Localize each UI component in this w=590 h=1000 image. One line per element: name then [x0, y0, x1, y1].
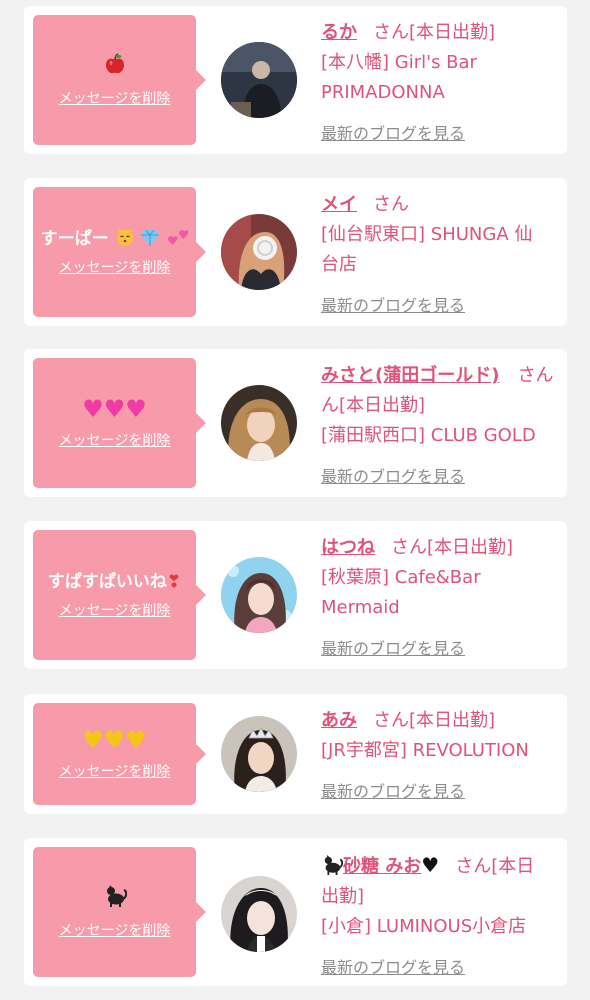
attendance-label: [本日出勤]: [409, 22, 496, 43]
message-bubble: すーぱー メッセージを削除: [33, 187, 206, 317]
pink-heart-icon: ♥: [125, 394, 147, 423]
avatar[interactable]: [221, 876, 297, 952]
cast-name-line: るか さん[本日出勤]: [321, 18, 555, 48]
latest-blog-link[interactable]: 最新のブログを見る: [321, 292, 465, 316]
latest-blog-link[interactable]: 最新のブログを見る: [321, 120, 465, 144]
message-text: すぱすぱいいね: [47, 572, 167, 592]
cast-name-line: あみ さん[本日出勤]: [321, 706, 555, 736]
black-heart-icon: ♥: [421, 853, 440, 877]
cast-name-line: メイ さん: [321, 190, 555, 220]
san-label: さん: [373, 22, 409, 43]
san-label: さん: [517, 365, 554, 386]
yellow-heart-icon: ♥: [82, 725, 104, 754]
shop-name: [小倉] LUMINOUS小倉店: [321, 916, 527, 937]
cast-name-line: みさと(蒲田ゴールド) さん: [321, 361, 555, 391]
two-hearts-icon: [168, 230, 189, 245]
black-cat-icon: [324, 855, 344, 875]
attendance-label-cont: 出勤]: [321, 886, 365, 907]
delete-message-link[interactable]: メッセージを削除: [59, 88, 171, 108]
message-list: メッセージを削除 るか さん[本日出勤] [本八幡] Girl's Bar PRI…: [0, 0, 590, 1000]
latest-blog-link[interactable]: 最新のブログを見る: [321, 463, 465, 487]
attendance-label: [本日出勤]: [427, 537, 514, 558]
cast-name-link[interactable]: あみ: [321, 710, 357, 731]
cast-info: 砂糖 みお♥ さん[本日 出勤] [小倉] LUMINOUS小倉店 最新のブログを…: [321, 850, 555, 978]
avatar[interactable]: [221, 42, 297, 118]
latest-blog-link[interactable]: 最新のブログを見る: [321, 635, 465, 659]
pink-heart-icon: ♥: [103, 394, 126, 423]
shop-name-cont: PRIMADONNA: [321, 82, 445, 103]
message-card: ♥♥♥ メッセージを削除 あみ さん[本日出勤] [JR宇都宮] REVOLUTI…: [24, 694, 567, 814]
message-text: すーぱー: [40, 229, 109, 249]
pink-heart-icon: ♥: [82, 394, 104, 423]
message-content: [104, 52, 126, 82]
message-content: すぱすぱいいね❣: [48, 570, 181, 594]
avatar[interactable]: [221, 385, 297, 461]
message-card: すーぱー メッセージを削除 メイ さん [仙台駅東口] SHUNGA 仙 台店 …: [24, 178, 567, 326]
cast-info: メイ さん [仙台駅東口] SHUNGA 仙 台店 最新のブログを見る: [321, 190, 555, 316]
cast-name-link[interactable]: はつね: [321, 537, 375, 558]
latest-blog-link[interactable]: 最新のブログを見る: [321, 954, 465, 978]
avatar[interactable]: [221, 557, 297, 633]
shop-name: [秋葉原] Cafe&Bar: [321, 567, 481, 588]
message-card: メッセージを削除 砂糖 みお♥ さん[本日 出勤] [小倉] LUMINOUS小…: [24, 838, 567, 986]
kissing-cat-icon: [116, 228, 133, 246]
message-content: [103, 884, 127, 914]
message-bubble: すぱすぱいいね❣ メッセージを削除: [33, 530, 206, 660]
san-label: さん: [455, 856, 492, 877]
yellow-heart-icon: ♥: [103, 725, 126, 754]
cast-name-link[interactable]: るか: [321, 22, 357, 43]
message-content: ♥♥♥: [82, 397, 147, 424]
san-label: さん: [373, 710, 409, 731]
san-label: さん: [373, 194, 409, 215]
san-label: さん: [391, 537, 427, 558]
message-content: ♥♥♥: [82, 728, 147, 755]
avatar[interactable]: [221, 214, 297, 290]
shop-name: [蒲田駅西口] CLUB GOLD: [321, 425, 536, 446]
shop-name: [JR宇都宮] REVOLUTION: [321, 740, 529, 761]
shop-name: [本八幡] Girl's Bar: [321, 52, 477, 73]
avatar[interactable]: [221, 716, 297, 792]
cast-name-line: 砂糖 みお♥ さん[本日: [321, 850, 555, 882]
cast-info: はつね さん[本日出勤] [秋葉原] Cafe&Bar Mermaid 最新のブロ…: [321, 533, 555, 659]
cast-info: みさと(蒲田ゴールド) さん ん[本日出勤] [蒲田駅西口] CLUB GOLD …: [321, 361, 555, 487]
message-bubble: メッセージを削除: [33, 847, 206, 977]
apple-icon: [105, 52, 124, 73]
cast-name-link[interactable]: メイ: [321, 194, 357, 215]
cast-name-link[interactable]: 砂糖 みお: [343, 856, 421, 877]
delete-message-link[interactable]: メッセージを削除: [59, 430, 171, 450]
cast-name-link[interactable]: みさと(蒲田ゴールド): [321, 365, 499, 386]
message-bubble: メッセージを削除: [33, 15, 206, 145]
cast-info: あみ さん[本日出勤] [JR宇都宮] REVOLUTION 最新のブログを見る: [321, 706, 555, 802]
delete-message-link[interactable]: メッセージを削除: [59, 761, 171, 781]
attendance-label: ん[本日出勤]: [321, 395, 426, 416]
cast-name-line: はつね さん[本日出勤]: [321, 533, 555, 563]
shop-name: [仙台駅東口] SHUNGA 仙: [321, 224, 533, 245]
message-card: メッセージを削除 るか さん[本日出勤] [本八幡] Girl's Bar PRI…: [24, 6, 567, 154]
gem-icon: [141, 229, 160, 246]
message-content: すーぱー: [41, 227, 189, 251]
black-cat-icon: [106, 884, 127, 907]
message-bubble: ♥♥♥ メッセージを削除: [33, 703, 206, 805]
delete-message-link[interactable]: メッセージを削除: [59, 600, 171, 620]
attendance-label: [本日出勤]: [409, 710, 496, 731]
message-card: すぱすぱいいね❣ メッセージを削除 はつね さん[本日出勤] [秋葉原] Cafe…: [24, 521, 567, 669]
heart-exclamation-icon: ❣: [166, 572, 182, 592]
shop-name-cont: Mermaid: [321, 597, 400, 618]
message-bubble: ♥♥♥ メッセージを削除: [33, 358, 206, 488]
delete-message-link[interactable]: メッセージを削除: [59, 920, 171, 940]
delete-message-link[interactable]: メッセージを削除: [59, 257, 171, 277]
attendance-label: [本日: [491, 856, 535, 877]
message-card: ♥♥♥ メッセージを削除 みさと(蒲田ゴールド) さん ん[本日出勤] [蒲田駅西…: [24, 349, 567, 497]
yellow-heart-icon: ♥: [125, 725, 147, 754]
cast-info: るか さん[本日出勤] [本八幡] Girl's Bar PRIMADONNA 最…: [321, 18, 555, 144]
latest-blog-link[interactable]: 最新のブログを見る: [321, 778, 465, 802]
shop-name-cont: 台店: [321, 254, 357, 275]
